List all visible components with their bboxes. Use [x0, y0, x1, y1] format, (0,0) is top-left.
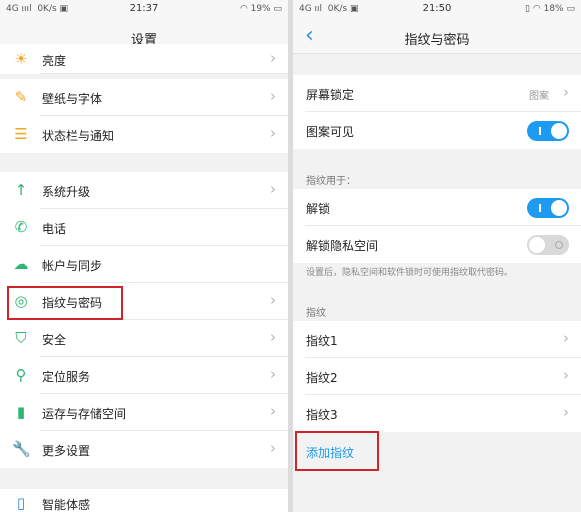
settings-item-motion[interactable]: ▯ 智能体感	[0, 489, 288, 512]
settings-item-label: 系统升级	[42, 185, 91, 199]
chevron-right-icon: ›	[563, 329, 569, 347]
settings-item-security[interactable]: ⛉ 安全 ›	[0, 320, 288, 357]
chevron-right-icon: ›	[270, 328, 276, 346]
privacy-space-toggle[interactable]	[527, 235, 569, 255]
pattern-visible-label: 图案可见	[306, 125, 355, 139]
chevron-right-icon: ›	[270, 439, 276, 457]
battery-level: 18%	[543, 4, 564, 14]
wifi-icon: ◠	[239, 4, 248, 14]
pattern-visible-toggle[interactable]	[527, 121, 569, 141]
battery-level: 19%	[250, 4, 271, 14]
settings-item-label: 运存与存储空间	[42, 407, 127, 421]
unlock-toggle[interactable]	[527, 198, 569, 218]
fingerprint-label: 指纹2	[306, 371, 338, 385]
motion-icon: ▯	[16, 494, 26, 512]
brush-icon: ✎	[14, 88, 28, 106]
battery-icon: ▭	[566, 4, 575, 14]
privacy-space-label: 解锁隐私空间	[306, 239, 379, 253]
chevron-right-icon: ›	[270, 87, 276, 105]
settings-item-statusbar-notify[interactable]: ☰ 状态栏与通知 ›	[0, 116, 288, 153]
fingerprint-password-screen: 4G ııl 0K/s ▣ 21:50 ▯ ◠ 18% ▭ ‹ 指纹与密码 屏幕…	[293, 0, 581, 512]
fingerprint-item[interactable]: 指纹1 ›	[293, 321, 581, 358]
location-icon: ⚲	[15, 366, 27, 384]
screen-lock-row[interactable]: 屏幕锁定 图案 ›	[293, 75, 581, 112]
settings-item-label: 更多设置	[42, 444, 91, 458]
settings-item-label: 电话	[42, 222, 67, 236]
settings-item-label: 安全	[42, 333, 67, 347]
battery-icon: ▭	[273, 4, 282, 14]
settings-item-label: 壁纸与字体	[42, 92, 103, 106]
list-icon: ☰	[14, 125, 28, 143]
settings-item-storage[interactable]: ▮ 运存与存储空间 ›	[0, 394, 288, 431]
settings-item-label: 帐户与同步	[42, 259, 103, 273]
chevron-right-icon: ›	[270, 49, 276, 67]
section-header-fingerprint-use: 指纹用于：	[306, 176, 356, 187]
status-bar: 4G ııl 0K/s ▣ 21:50 ▯ ◠ 18% ▭	[293, 0, 581, 20]
cloud-icon: ☁	[13, 255, 29, 273]
settings-item-system-update[interactable]: ↑ 系统升级 ›	[0, 172, 288, 209]
vibrate-icon: ▯	[525, 4, 530, 14]
title-bar: ‹ 指纹与密码	[293, 20, 581, 54]
highlight-box	[295, 431, 379, 471]
privacy-note: 设置后，隐私空间和软件锁时可使用指纹取代密码。	[306, 268, 514, 278]
wifi-icon: ◠	[532, 4, 541, 14]
page-title: 指纹与密码	[404, 33, 470, 48]
settings-item-account-sync[interactable]: ☁ 帐户与同步	[0, 246, 288, 283]
unlock-row: 解锁	[293, 189, 581, 226]
settings-item-wallpaper-font[interactable]: ✎ 壁纸与字体 ›	[0, 79, 288, 116]
settings-item-label: 定位服务	[42, 370, 91, 384]
chevron-right-icon: ›	[563, 403, 569, 421]
settings-item-label: 智能体感	[42, 498, 91, 512]
settings-screen: 4G ıııl 0K/s ▣ 21:37 ◠ 19% ▭ 设置 ☀ 亮度 › ✎…	[0, 0, 288, 512]
screen-lock-label: 屏幕锁定	[306, 88, 355, 102]
settings-item-phone[interactable]: ✆ 电话	[0, 209, 288, 246]
fingerprint-label: 指纹1	[306, 334, 338, 348]
settings-item-more[interactable]: 🔧 更多设置 ›	[0, 431, 288, 468]
arrow-up-icon: ↑	[14, 181, 28, 199]
status-bar: 4G ıııl 0K/s ▣ 21:37 ◠ 19% ▭	[0, 0, 288, 20]
settings-item-label: 亮度	[42, 54, 67, 68]
screen-lock-value: 图案	[529, 91, 549, 102]
chevron-right-icon: ›	[563, 366, 569, 384]
chevron-right-icon: ›	[270, 365, 276, 383]
settings-item-location[interactable]: ⚲ 定位服务 ›	[0, 357, 288, 394]
chevron-right-icon: ›	[270, 180, 276, 198]
pattern-visible-row: 图案可见	[293, 112, 581, 149]
fingerprint-item[interactable]: 指纹3 ›	[293, 395, 581, 432]
brightness-icon: ☀	[14, 50, 28, 68]
chevron-right-icon: ›	[270, 291, 276, 309]
fingerprint-item[interactable]: 指纹2 ›	[293, 358, 581, 395]
chevron-right-icon: ›	[563, 83, 569, 101]
chevron-right-icon: ›	[270, 402, 276, 420]
unlock-label: 解锁	[306, 202, 331, 216]
storage-icon: ▮	[16, 403, 26, 421]
phone-icon: ✆	[14, 218, 28, 236]
settings-item-brightness[interactable]: ☀ 亮度 ›	[0, 44, 288, 74]
highlight-box	[7, 286, 123, 320]
settings-item-label: 状态栏与通知	[42, 129, 115, 143]
fingerprint-label: 指纹3	[306, 408, 338, 422]
section-header-fingerprints: 指纹	[306, 308, 326, 319]
chevron-right-icon: ›	[270, 124, 276, 142]
shield-icon: ⛉	[15, 329, 27, 347]
wrench-icon: 🔧	[12, 440, 31, 458]
privacy-space-row: 解锁隐私空间	[293, 226, 581, 263]
